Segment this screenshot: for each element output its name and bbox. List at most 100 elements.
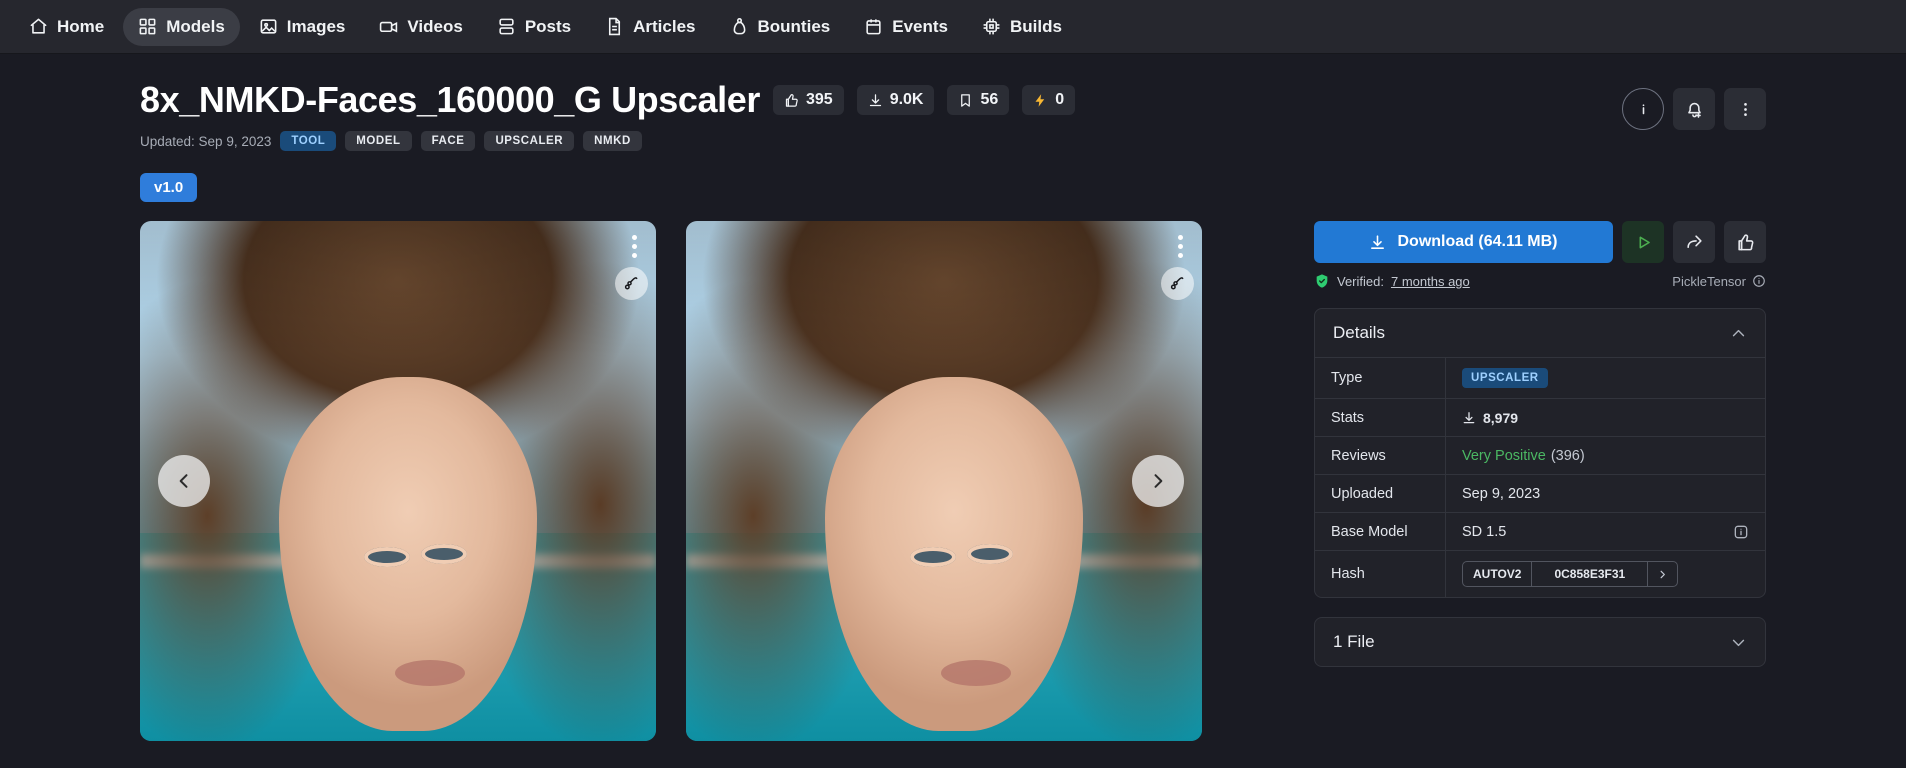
nav-item-bounties[interactable]: Bounties: [715, 8, 846, 46]
home-icon: [29, 17, 48, 36]
brush-icon: [624, 276, 637, 290]
stats-download-count: 8,979: [1483, 409, 1519, 426]
row-key-base-model: Base Model: [1315, 513, 1446, 551]
table-row-stats: Stats 8,979: [1315, 399, 1765, 438]
image-gallery: [140, 221, 1286, 742]
chevron-right-icon: [1154, 474, 1163, 489]
nav-item-images[interactable]: Images: [244, 8, 361, 46]
carousel-prev-button[interactable]: [158, 455, 210, 508]
bolt-icon: [1035, 93, 1045, 107]
row-value-reviews[interactable]: Very Positive (396): [1446, 437, 1765, 474]
video-icon: [379, 17, 398, 36]
table-row-type: Type UPSCALER: [1315, 358, 1765, 400]
stat-bookmarks[interactable]: 56: [947, 85, 1010, 116]
share-button[interactable]: [1673, 221, 1715, 264]
article-icon: [605, 17, 624, 36]
nav-item-builds[interactable]: Builds: [967, 8, 1077, 46]
stat-likes-value: 395: [805, 91, 833, 109]
stat-energy[interactable]: 0: [1022, 85, 1076, 116]
top-navigation: Home Models Images Videos Posts Articles…: [0, 0, 1906, 54]
header-row: 8x_NMKD-Faces_160000_G Upscaler 395 9.0K…: [140, 54, 1766, 152]
chevron-down-icon: [1732, 639, 1745, 646]
pickle-tensor-info[interactable]: PickleTensor: [1672, 274, 1766, 289]
version-badge-v1[interactable]: v1.0: [140, 173, 198, 203]
download-icon: [869, 93, 881, 106]
hash-next-button[interactable]: [1648, 562, 1677, 586]
nav-item-events[interactable]: Events: [849, 8, 963, 46]
bounty-bag-icon: [730, 17, 749, 36]
bell-plus-icon: [1687, 102, 1701, 118]
row-key-uploaded: Uploaded: [1315, 475, 1446, 513]
share-icon: [1686, 235, 1702, 248]
row-value-stats: 8,979: [1446, 399, 1765, 436]
gallery-image-2[interactable]: [686, 221, 1202, 742]
type-chip[interactable]: UPSCALER: [1462, 368, 1548, 389]
row-value-uploaded: Sep 9, 2023: [1462, 485, 1541, 502]
run-button[interactable]: [1622, 221, 1664, 264]
stat-likes[interactable]: 395: [772, 85, 844, 116]
version-row: v1.0: [140, 173, 1766, 203]
notify-button[interactable]: [1673, 88, 1715, 130]
tag-nmkd[interactable]: NMKD: [583, 131, 642, 152]
tag-upscaler[interactable]: UPSCALER: [484, 131, 575, 152]
calendar-icon: [864, 17, 883, 36]
image-scrim-2: [686, 221, 1202, 742]
nav-item-models[interactable]: Models: [123, 7, 240, 46]
tag-tool[interactable]: TOOL: [280, 131, 337, 152]
gallery-image-1[interactable]: [140, 221, 656, 742]
download-button[interactable]: Download (64.11 MB): [1314, 221, 1613, 264]
download-label: Download (64.11 MB): [1397, 233, 1558, 251]
nav-item-posts[interactable]: Posts: [482, 8, 586, 46]
table-row-hash: Hash AUTOV2 0C858E3F31: [1315, 551, 1765, 598]
row-key-reviews: Reviews: [1315, 437, 1446, 475]
stat-energy-value: 0: [1055, 91, 1065, 109]
details-table: Type UPSCALER Stats 8,979 Reviews Very P…: [1315, 357, 1765, 598]
chevron-right-icon: [1660, 570, 1666, 579]
stat-bookmarks-value: 56: [980, 91, 999, 109]
brush-icon: [1170, 276, 1183, 290]
table-row-reviews: Reviews Very Positive (396): [1315, 437, 1765, 476]
row-key-stats: Stats: [1315, 399, 1446, 437]
verified-shield-icon: [1316, 274, 1328, 288]
image-menu-button-2[interactable]: [1178, 235, 1183, 259]
hash-value[interactable]: 0C858E3F31: [1532, 562, 1649, 587]
title-block: 8x_NMKD-Faces_160000_G Upscaler 395 9.0K…: [140, 79, 1622, 152]
nav-label-models: Models: [166, 16, 225, 36]
files-card-header[interactable]: 1 File: [1315, 618, 1765, 666]
nav-label-events: Events: [892, 16, 948, 36]
details-card-header[interactable]: Details: [1315, 309, 1765, 357]
download-icon: [1371, 235, 1385, 249]
more-button[interactable]: [1724, 88, 1766, 130]
page-body: 8x_NMKD-Faces_160000_G Upscaler 395 9.0K…: [0, 54, 1906, 742]
pickle-tensor-label: PickleTensor: [1672, 273, 1746, 289]
row-key-hash: Hash: [1315, 551, 1446, 598]
page-title: 8x_NMKD-Faces_160000_G Upscaler: [140, 79, 760, 120]
updated-text: Updated: Sep 9, 2023: [140, 133, 272, 149]
info-icon: [1642, 103, 1644, 114]
verified-time-link[interactable]: 7 months ago: [1391, 274, 1470, 289]
reviews-sentiment: Very Positive: [1462, 447, 1546, 464]
image-menu-button-1[interactable]: [632, 235, 637, 259]
stat-downloads[interactable]: 9.0K: [856, 85, 935, 116]
nav-label-posts: Posts: [524, 16, 572, 36]
chevron-up-icon: [1732, 329, 1745, 337]
nav-item-articles[interactable]: Articles: [590, 8, 710, 46]
info-button[interactable]: [1622, 88, 1664, 130]
nav-label-articles: Articles: [633, 16, 696, 36]
nav-item-videos[interactable]: Videos: [364, 8, 477, 46]
side-panel: Download (64.11 MB) Verified: 7 months a…: [1314, 221, 1766, 741]
thumbs-up-icon: [785, 93, 798, 107]
files-card: 1 File: [1314, 617, 1766, 668]
table-row-base-model: Base Model SD 1.5: [1315, 513, 1765, 552]
like-button[interactable]: [1724, 221, 1766, 264]
tag-model[interactable]: MODEL: [345, 131, 412, 152]
dots-vertical-icon: [1743, 102, 1747, 116]
carousel-next-button[interactable]: [1132, 455, 1184, 508]
row-key-type: Type: [1315, 358, 1446, 399]
info-icon: [1753, 275, 1765, 288]
base-model-value: SD 1.5: [1462, 523, 1507, 540]
hash-algorithm[interactable]: AUTOV2: [1463, 562, 1533, 587]
tag-face[interactable]: FACE: [420, 131, 476, 152]
row-value-base-model: SD 1.5: [1446, 513, 1765, 550]
nav-item-home[interactable]: Home: [14, 8, 119, 46]
